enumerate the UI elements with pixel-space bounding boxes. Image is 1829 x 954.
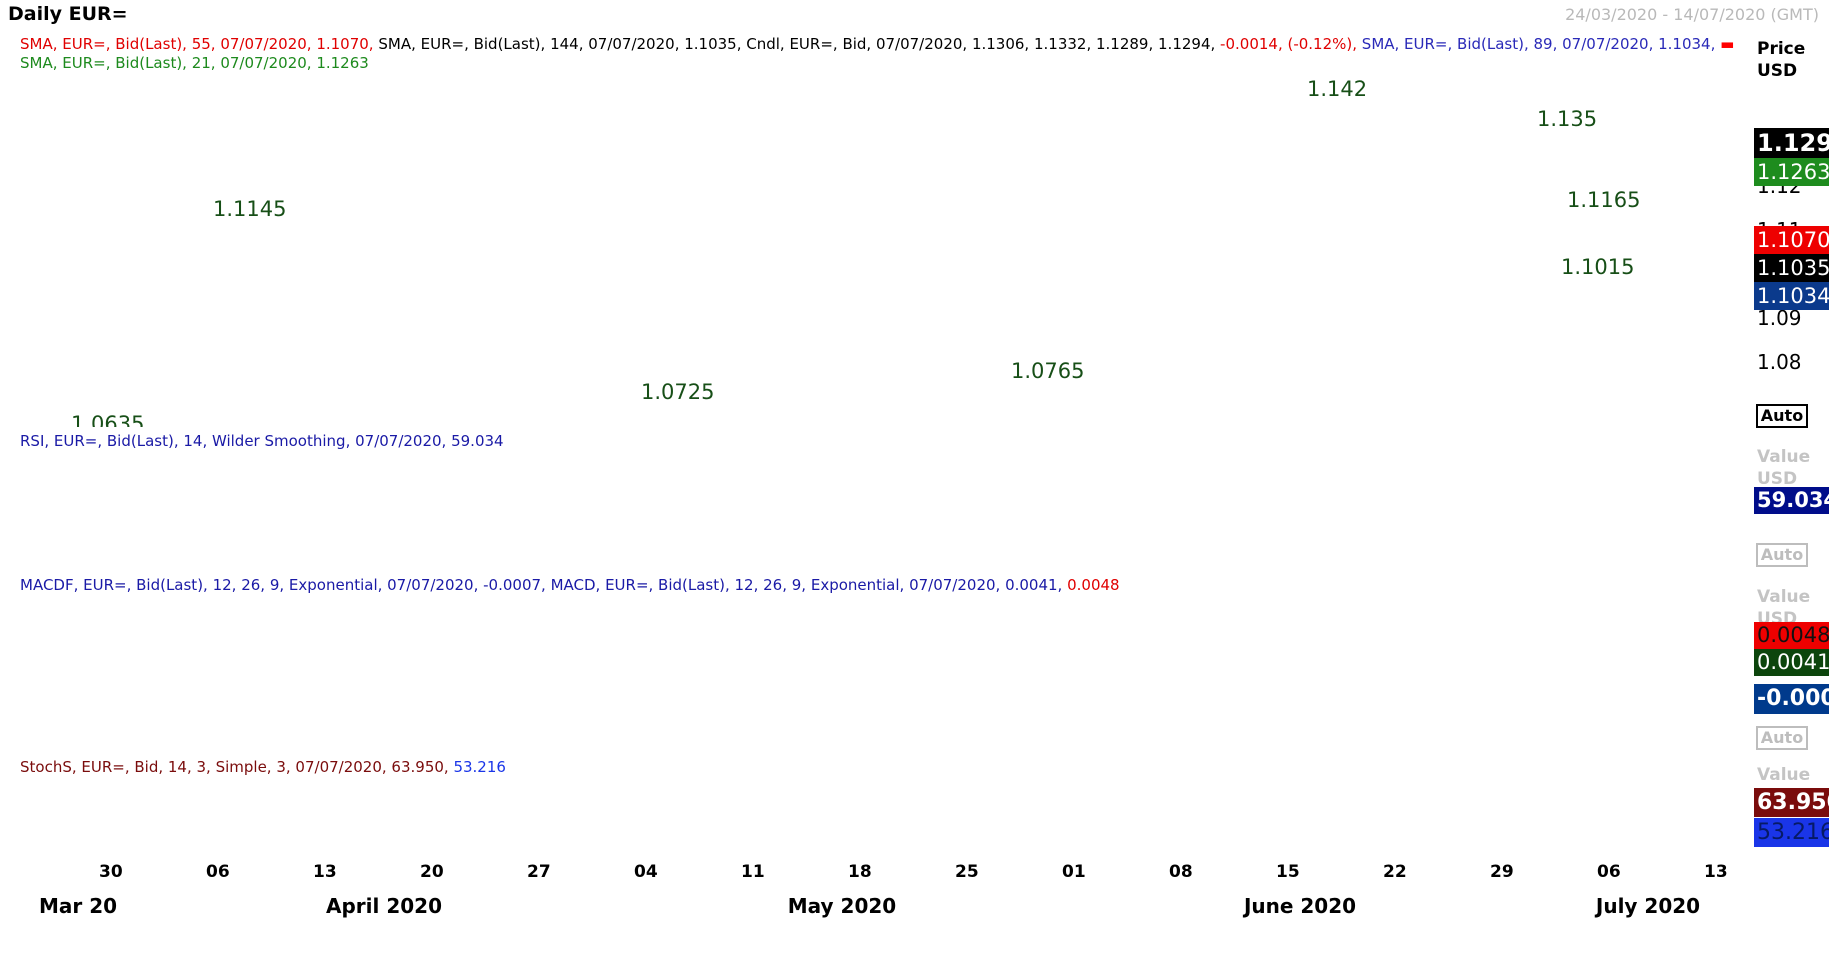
- macd-auto-scale-button[interactable]: Auto: [1756, 726, 1808, 750]
- price-auto-scale-button[interactable]: Auto: [1756, 404, 1808, 428]
- rsi-auto-scale-button[interactable]: Auto: [1756, 543, 1808, 567]
- chart-window: Daily EUR= 24/03/2020 - 14/07/2020 (GMT)…: [0, 0, 1829, 954]
- chart-canvas[interactable]: [0, 0, 1829, 954]
